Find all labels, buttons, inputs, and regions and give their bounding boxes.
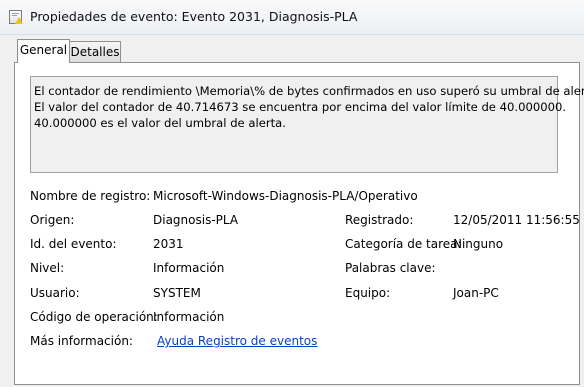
- keywords-label: Palabras clave:: [345, 261, 436, 275]
- task-category-value[interactable]: Ninguno: [453, 237, 503, 251]
- description-line: El contador de rendimiento \Memoria\% de…: [34, 84, 584, 98]
- computer-value[interactable]: Joan-PC: [453, 286, 499, 300]
- user-value[interactable]: SYSTEM: [153, 286, 201, 300]
- source-value[interactable]: Diagnosis-PLA: [153, 213, 238, 227]
- description-line: El valor del contador de 40.714673 se en…: [34, 100, 567, 114]
- user-label: Usuario:: [30, 286, 80, 300]
- logged-value[interactable]: 12/05/2011 11:56:55: [453, 213, 580, 227]
- opcode-value[interactable]: Información: [153, 310, 224, 324]
- event-properties-icon: [9, 10, 23, 24]
- task-category-label: Categoría de tarea:: [345, 237, 462, 251]
- event-id-value[interactable]: 2031: [153, 237, 184, 251]
- window-title: Propiedades de evento: Evento 2031, Diag…: [30, 9, 358, 24]
- event-log-help-link[interactable]: Ayuda Registro de eventos: [157, 334, 317, 348]
- computer-label: Equipo:: [345, 286, 391, 300]
- level-value[interactable]: Información: [153, 261, 224, 275]
- source-label: Origen:: [30, 213, 75, 227]
- opcode-label: Código de operación:: [30, 310, 158, 324]
- more-info-label: Más información:: [30, 334, 133, 348]
- log-name-value[interactable]: Microsoft-Windows-Diagnosis-PLA/Operativ…: [153, 189, 418, 203]
- event-description-box[interactable]: El contador de rendimiento \Memoria\% de…: [30, 76, 584, 173]
- level-label: Nivel:: [30, 261, 65, 275]
- logged-label: Registrado:: [345, 213, 414, 227]
- tab-details[interactable]: Detalles: [69, 41, 121, 63]
- event-properties-window: Propiedades de evento: Evento 2031, Diag…: [0, 0, 584, 387]
- description-line: 40.000000 es el valor del umbral de aler…: [34, 116, 286, 130]
- tab-general[interactable]: General: [17, 39, 70, 63]
- event-id-label: Id. del evento:: [30, 237, 117, 251]
- log-name-label: Nombre de registro:: [30, 189, 151, 203]
- title-bar[interactable]: Propiedades de evento: Evento 2031, Diag…: [0, 0, 584, 35]
